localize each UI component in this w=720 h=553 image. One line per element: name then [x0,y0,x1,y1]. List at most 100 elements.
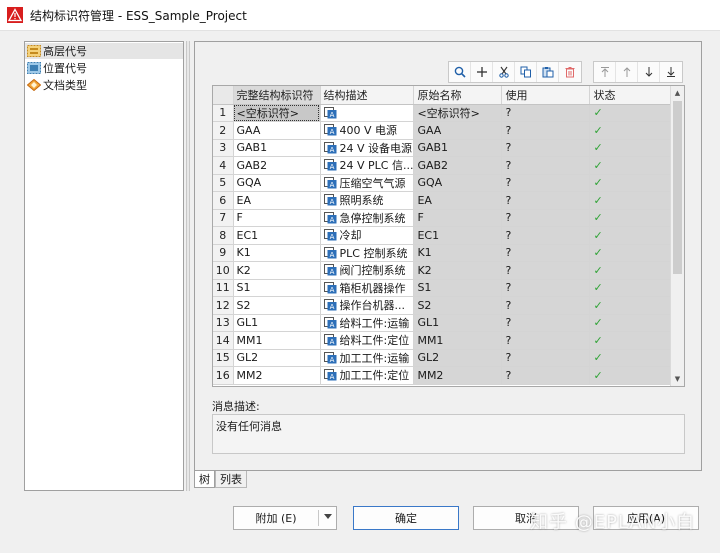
tab-tree[interactable]: 树 [194,471,215,488]
row-number[interactable]: 12 [213,296,234,315]
full-identifier-cell[interactable]: <空标识符> [233,104,321,122]
row-number[interactable]: 9 [213,244,234,262]
table-row[interactable]: 14 MM1 A 给料工件:定位 MM1? ✓ [213,331,680,350]
tree-item-high-level-code[interactable]: 高层代号 [25,43,183,59]
paste-icon [542,67,553,78]
table-row[interactable]: 4 GAB2 A 24 V PLC 信... GAB2? ✓ [213,156,680,175]
description-cell[interactable]: A 加工工件:运输 [320,349,415,367]
cut-button[interactable] [493,62,515,82]
full-identifier-cell[interactable]: GL2 [233,349,321,367]
extra-dropdown-button[interactable]: 附加 (E) [233,506,337,530]
status-check-icon: ✓ [593,246,603,260]
table-row[interactable]: 13 GL1 A 给料工件:运输 GL1? ✓ [213,314,680,332]
description-cell[interactable]: A 冷却 [320,226,415,245]
description-cell[interactable]: A 24 V 设备电源 [320,139,415,157]
full-identifier-cell[interactable]: GAB2 [233,156,321,175]
tab-list[interactable]: 列表 [215,471,247,488]
description-cell[interactable]: A 24 V PLC 信... [320,156,415,175]
grid-corner[interactable] [213,86,234,105]
column-header-status[interactable]: 状态 [589,86,680,105]
full-identifier-cell[interactable]: EC1 [233,226,321,245]
status-check-icon: ✓ [593,281,603,295]
full-identifier-cell[interactable]: F [233,209,321,227]
svg-text:A: A [329,111,334,119]
description-cell[interactable]: A 阀门控制系统 [320,261,415,280]
row-number[interactable]: 5 [213,174,234,192]
row-number[interactable]: 13 [213,314,234,332]
row-number[interactable]: 15 [213,349,234,367]
row-number[interactable]: 6 [213,191,234,210]
scroll-down-arrow-icon[interactable]: ▼ [671,372,684,386]
full-identifier-cell[interactable]: MM1 [233,331,321,350]
row-number[interactable]: 2 [213,121,234,140]
table-row[interactable]: 2 GAA A 400 V 电源 GAA? ✓ [213,121,680,140]
move-bottom-button[interactable] [660,62,682,82]
row-number[interactable]: 8 [213,226,234,245]
move-top-button[interactable] [594,62,616,82]
add-button[interactable] [471,62,493,82]
grid-vertical-scrollbar[interactable]: ▲ ▼ [670,86,684,386]
full-identifier-cell[interactable]: GL1 [233,314,321,332]
full-identifier-cell[interactable]: MM2 [233,366,321,385]
move-up-button[interactable] [616,62,638,82]
search-button[interactable] [449,62,471,82]
description-cell[interactable]: A 加工工件:定位 [320,366,415,385]
description-cell[interactable]: A 400 V 电源 [320,121,415,140]
full-identifier-cell[interactable]: GAA [233,121,321,140]
table-row[interactable]: 9 K1 A PLC 控制系统 K1? ✓ [213,244,680,262]
full-identifier-cell[interactable]: GQA [233,174,321,192]
window-title: 结构标识符管理 - ESS_Sample_Project [30,8,247,23]
description-cell[interactable]: A 压缩空气气源 [320,174,415,192]
description-cell[interactable]: A 箱柜机器操作 [320,279,415,297]
row-number[interactable]: 16 [213,366,234,385]
full-identifier-cell[interactable]: GAB1 [233,139,321,157]
table-row[interactable]: 15 GL2 A 加工工件:运输 GL2? ✓ [213,349,680,367]
table-row[interactable]: 8 EC1 A 冷却 EC1? ✓ [213,226,680,245]
row-number[interactable]: 11 [213,279,234,297]
full-identifier-cell[interactable]: S1 [233,279,321,297]
description-cell[interactable]: A 给料工件:定位 [320,331,415,350]
paste-button[interactable] [537,62,559,82]
column-header-full-identifier[interactable]: 完整结构标识符 [233,86,321,105]
description-cell[interactable]: A PLC 控制系统 [320,244,415,262]
row-number[interactable]: 1 [213,104,234,122]
table-row[interactable]: 10 K2 A 阀门控制系统 K2? ✓ [213,261,680,280]
table-row[interactable]: 12 S2 A 操作台机器... S2? ✓ [213,296,680,315]
ok-button[interactable]: 确定 [353,506,459,530]
description-cell[interactable]: A 照明系统 [320,191,415,210]
table-row[interactable]: 11 S1 A 箱柜机器操作 S1? ✓ [213,279,680,297]
description-cell[interactable]: A 急停控制系统 [320,209,415,227]
tree-item-label: 文档类型 [43,79,87,92]
copy-button[interactable] [515,62,537,82]
row-number[interactable]: 10 [213,261,234,280]
description-text: 给料工件:定位 [339,334,410,348]
tree-item-location-code[interactable]: 位置代号 [25,60,183,76]
full-identifier-cell[interactable]: K2 [233,261,321,280]
row-number[interactable]: 3 [213,139,234,157]
row-number[interactable]: 4 [213,156,234,175]
description-cell[interactable]: A 操作台机器... [320,296,415,315]
delete-button[interactable] [559,62,581,82]
description-cell[interactable]: A [320,104,415,122]
table-row[interactable]: 6 EA A 照明系统 EA? ✓ [213,191,680,210]
column-header-description[interactable]: 结构描述 [320,86,415,105]
row-number[interactable]: 7 [213,209,234,227]
column-header-original-name[interactable]: 原始名称 [413,86,503,105]
status-check-icon: ✓ [593,106,603,120]
full-identifier-cell[interactable]: S2 [233,296,321,315]
row-number[interactable]: 14 [213,331,234,350]
table-row[interactable]: 3 GAB1 A 24 V 设备电源 GAB1? ✓ [213,139,680,157]
table-row[interactable]: 5 GQA A 压缩空气气源 GQA? ✓ [213,174,680,192]
move-down-button[interactable] [638,62,660,82]
panel-splitter[interactable] [186,41,190,491]
tree-item-document-type[interactable]: 文档类型 [25,77,183,93]
table-row[interactable]: 16 MM2 A 加工工件:定位 MM2? ✓ [213,366,680,385]
full-identifier-cell[interactable]: EA [233,191,321,210]
scroll-thumb[interactable] [673,101,682,274]
description-cell[interactable]: A 给料工件:运输 [320,314,415,332]
scroll-up-arrow-icon[interactable]: ▲ [671,86,684,100]
column-header-usage[interactable]: 使用 [501,86,591,105]
full-identifier-cell[interactable]: K1 [233,244,321,262]
table-row[interactable]: 7 F A 急停控制系统 F? ✓ [213,209,680,227]
table-row[interactable]: 1 <空标识符> A <空标识符>? ✓ [213,104,680,122]
